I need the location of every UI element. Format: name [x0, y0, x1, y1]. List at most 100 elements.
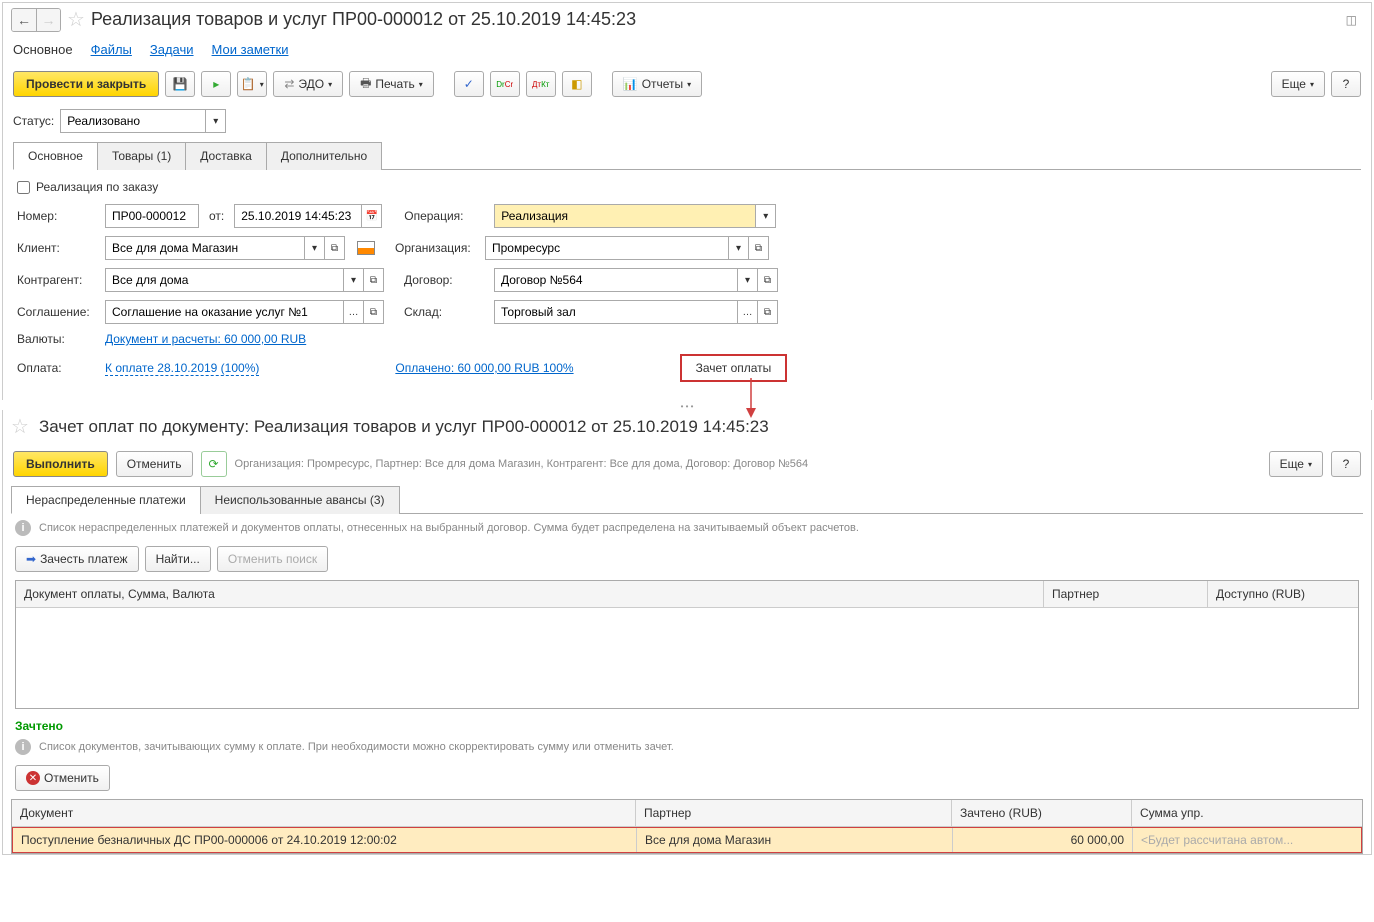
- payment-link[interactable]: К оплате 28.10.2019 (100%): [105, 361, 259, 376]
- credited-header: Зачтено: [3, 713, 1371, 739]
- cancel-button[interactable]: Отменить: [116, 451, 193, 477]
- agreement-open-icon[interactable]: ⧉: [364, 300, 384, 324]
- col2-credited[interactable]: Зачтено (RUB): [952, 800, 1132, 826]
- col-doc-payment[interactable]: Документ оплаты, Сумма, Валюта: [16, 581, 1044, 607]
- agreement-input[interactable]: [105, 300, 344, 324]
- table-body-empty[interactable]: [16, 608, 1358, 708]
- save-button[interactable]: 💾: [165, 71, 195, 97]
- favorite-star-icon[interactable]: ☆: [67, 7, 85, 32]
- client-input[interactable]: [105, 236, 305, 260]
- nav-buttons: ← →: [11, 8, 61, 32]
- from-label: от:: [209, 209, 224, 223]
- tab-undistributed[interactable]: Нераспределенные платежи: [11, 486, 201, 514]
- favorite-star-icon-2[interactable]: ☆: [11, 414, 29, 439]
- contragent-dropdown-icon[interactable]: ▾: [344, 268, 364, 292]
- sub-tabs: Основное Товары (1) Доставка Дополнитель…: [13, 141, 1361, 170]
- refresh-button[interactable]: ⟳: [201, 451, 227, 477]
- print-button[interactable]: 🖶Печать▾: [349, 71, 434, 97]
- by-order-label: Реализация по заказу: [36, 180, 158, 194]
- cancel-search-button[interactable]: Отменить поиск: [217, 546, 328, 572]
- card-icon[interactable]: [357, 241, 375, 255]
- warehouse-input[interactable]: [494, 300, 738, 324]
- calendar-icon[interactable]: 📅: [362, 204, 382, 228]
- client-dropdown-icon[interactable]: ▾: [305, 236, 325, 260]
- credit-payment-button[interactable]: ➡Зачесть платеж: [15, 546, 139, 572]
- subtab-goods[interactable]: Товары (1): [97, 142, 186, 170]
- operation-label: Операция:: [404, 209, 488, 223]
- nav-tabs: Основное Файлы Задачи Мои заметки: [3, 36, 1371, 63]
- warehouse-open-icon[interactable]: ⧉: [758, 300, 778, 324]
- check-button[interactable]: ✓: [454, 71, 484, 97]
- help-button[interactable]: ?: [1331, 71, 1361, 97]
- reports-button[interactable]: 📊Отчеты▾: [612, 71, 702, 97]
- drcr-button[interactable]: DrCr: [490, 71, 520, 97]
- context-text: Организация: Промресурс, Партнер: Все дл…: [235, 458, 809, 470]
- cell-credited: 60 000,00: [953, 828, 1133, 852]
- more-button-2[interactable]: Еще▾: [1269, 451, 1323, 477]
- contract-label: Договор:: [404, 273, 488, 287]
- org-label: Организация:: [395, 241, 479, 255]
- back-button[interactable]: ←: [12, 9, 36, 31]
- org-input[interactable]: [485, 236, 729, 260]
- forward-button[interactable]: →: [36, 9, 60, 31]
- window-control-icon[interactable]: ◫: [1346, 13, 1357, 27]
- more-button[interactable]: Еще▾: [1271, 71, 1325, 97]
- table-row-selected[interactable]: Поступление безналичных ДС ПР00-000006 о…: [12, 827, 1362, 853]
- help-button-2[interactable]: ?: [1331, 451, 1361, 477]
- status-dropdown-icon[interactable]: ▾: [206, 109, 226, 133]
- undistributed-table: Документ оплаты, Сумма, Валюта Партнер Д…: [15, 580, 1359, 709]
- cancel-credit-button[interactable]: ✕Отменить: [15, 765, 110, 791]
- paid-link[interactable]: Оплачено: 60 000,00 RUB 100%: [395, 361, 573, 375]
- subtab-main[interactable]: Основное: [13, 142, 98, 170]
- by-order-checkbox[interactable]: [17, 181, 30, 194]
- col2-doc[interactable]: Документ: [12, 800, 636, 826]
- number-input[interactable]: [105, 204, 199, 228]
- post-and-close-button[interactable]: Провести и закрыть: [13, 71, 159, 97]
- col2-sum[interactable]: Сумма упр.: [1132, 800, 1362, 826]
- info-text-2: Список документов, зачитывающих сумму к …: [39, 741, 674, 753]
- agreement-more-icon[interactable]: …: [344, 300, 364, 324]
- status-select[interactable]: [60, 109, 206, 133]
- tab-main[interactable]: Основное: [13, 42, 73, 57]
- contragent-open-icon[interactable]: ⧉: [364, 268, 384, 292]
- client-open-icon[interactable]: ⧉: [325, 236, 345, 260]
- tab-unused-advances[interactable]: Неиспользованные авансы (3): [200, 486, 400, 514]
- post-button[interactable]: ▸: [201, 71, 231, 97]
- contract-open-icon[interactable]: ⧉: [758, 268, 778, 292]
- subtab-delivery[interactable]: Доставка: [185, 142, 267, 170]
- tab-files[interactable]: Файлы: [91, 42, 132, 57]
- org-open-icon[interactable]: ⧉: [749, 236, 769, 260]
- execute-button[interactable]: Выполнить: [13, 451, 108, 477]
- contragent-input[interactable]: [105, 268, 344, 292]
- payment-label: Оплата:: [17, 361, 99, 375]
- offset-payment-button[interactable]: Зачет оплаты: [680, 354, 788, 382]
- cell-partner: Все для дома Магазин: [637, 828, 953, 852]
- tab-notes[interactable]: Мои заметки: [212, 42, 289, 57]
- col-available[interactable]: Доступно (RUB): [1208, 581, 1358, 607]
- col2-partner[interactable]: Партнер: [636, 800, 952, 826]
- page-title: Реализация товаров и услуг ПР00-000012 о…: [91, 9, 636, 30]
- operation-input[interactable]: [494, 204, 756, 228]
- currency-link[interactable]: Документ и расчеты: 60 000,00 RUB: [105, 332, 306, 346]
- agreement-label: Соглашение:: [17, 305, 99, 319]
- contract-dropdown-icon[interactable]: ▾: [738, 268, 758, 292]
- org-dropdown-icon[interactable]: ▾: [729, 236, 749, 260]
- edo-button[interactable]: ⇄ЭДО▾: [273, 71, 343, 97]
- struct-button[interactable]: ◧: [562, 71, 592, 97]
- number-label: Номер:: [17, 209, 99, 223]
- contract-input[interactable]: [494, 268, 738, 292]
- operation-dropdown-icon[interactable]: ▾: [756, 204, 776, 228]
- dtkt-button[interactable]: ДтКт: [526, 71, 556, 97]
- tab-tasks[interactable]: Задачи: [150, 42, 194, 57]
- warehouse-more-icon[interactable]: …: [738, 300, 758, 324]
- find-button[interactable]: Найти...: [145, 546, 211, 572]
- col-partner[interactable]: Партнер: [1044, 581, 1208, 607]
- subtab-extra[interactable]: Дополнительно: [266, 142, 382, 170]
- page-title-2: Зачет оплат по документу: Реализация тов…: [39, 417, 769, 437]
- create-based-button[interactable]: 📋▾: [237, 71, 267, 97]
- panel-resizer[interactable]: • • •: [0, 402, 1374, 408]
- info-icon-2: i: [15, 739, 31, 755]
- warehouse-label: Склад:: [404, 305, 488, 319]
- info-icon: i: [15, 520, 31, 536]
- date-input[interactable]: [234, 204, 362, 228]
